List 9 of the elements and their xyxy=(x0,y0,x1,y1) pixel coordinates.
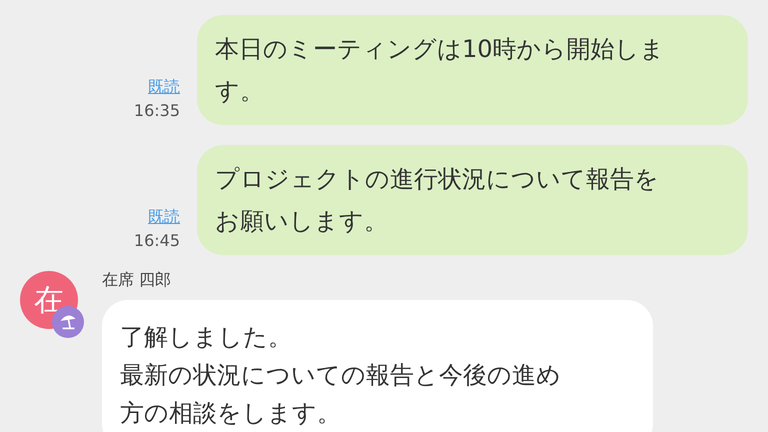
read-receipt-link[interactable]: 既読 xyxy=(148,74,180,100)
message-text: 最新の状況についての報告と今後の進め方の相談をします。 xyxy=(120,360,562,429)
message-bubble: プロジェクトの進行状況について報告をお願いします。 xyxy=(197,145,748,255)
message-time: 16:45 xyxy=(134,230,180,252)
read-receipt-link[interactable]: 既読 xyxy=(148,204,180,230)
message-time: 16:35 xyxy=(134,100,180,122)
sender-name: 在席 四郎 xyxy=(102,270,172,290)
message-bubble: 本日のミーティングは10時から開始します。 xyxy=(197,15,748,125)
message-text: 了解しました。 xyxy=(120,322,293,353)
